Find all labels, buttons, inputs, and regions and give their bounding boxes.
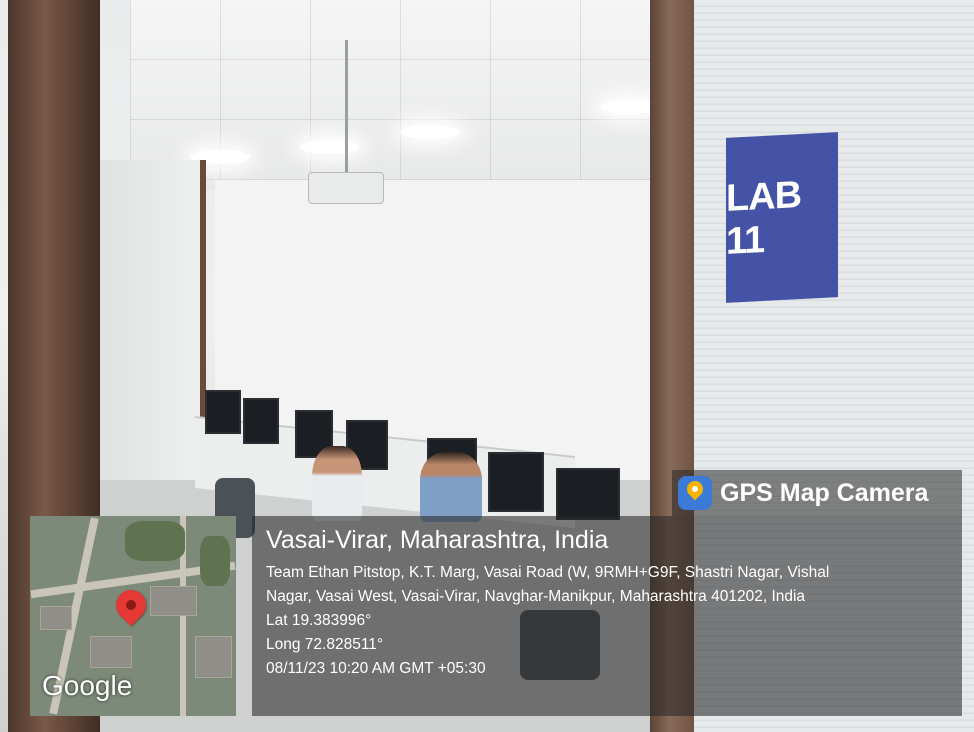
address-line: Nagar, Vasai West, Vasai-Virar, Navghar-… <box>266 588 806 605</box>
side-wall <box>100 160 206 520</box>
map-thumbnail: Google <box>30 516 236 716</box>
latitude: Lat 19.383996° <box>266 612 372 629</box>
computer-monitor <box>556 468 620 520</box>
lab-sign: LAB 11 <box>726 132 838 303</box>
location-pin-icon <box>109 583 153 627</box>
timestamp: 08/11/23 10:20 AM GMT +05:30 <box>266 660 486 677</box>
longitude: Long 72.828511° <box>266 636 384 653</box>
projector-mount <box>345 40 348 175</box>
ceiling-light <box>300 140 360 154</box>
gps-brand-header: GPS Map Camera <box>672 470 962 516</box>
person-seated <box>312 446 362 521</box>
location-info-panel: Vasai-Virar, Maharashtra, India Team Eth… <box>252 516 962 716</box>
address-line: Team Ethan Pitstop, K.T. Marg, Vasai Roa… <box>266 564 830 581</box>
computer-monitor <box>488 452 544 512</box>
brand-name: GPS Map Camera <box>720 478 929 507</box>
ceiling <box>130 0 690 190</box>
location-title: Vasai-Virar, Maharashtra, India <box>266 526 609 554</box>
computer-monitor <box>243 398 279 444</box>
lab-sign-text: LAB 11 <box>726 173 802 263</box>
projector <box>308 172 384 204</box>
google-logo: Google <box>42 670 133 701</box>
person-seated <box>420 452 482 522</box>
ceiling-light <box>400 125 460 139</box>
gps-map-camera-icon <box>678 476 712 510</box>
computer-monitor <box>205 390 241 434</box>
